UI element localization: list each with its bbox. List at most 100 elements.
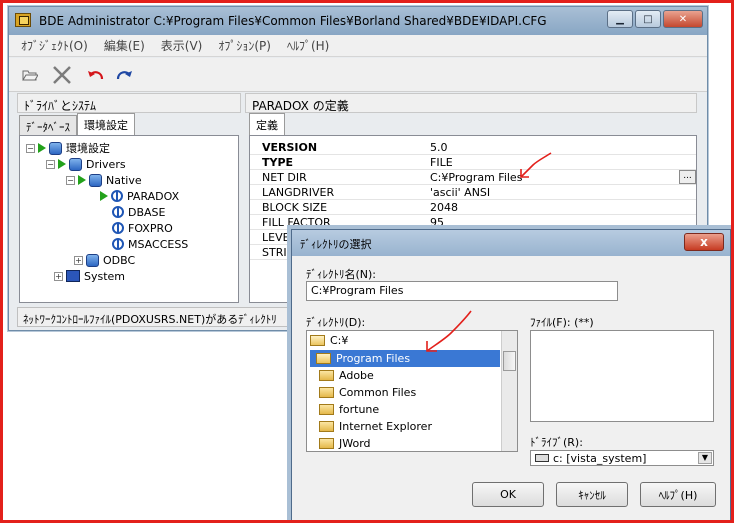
dir-label: Program Files (336, 352, 411, 365)
tree-item-foxpro[interactable]: FOXPRO (112, 220, 173, 236)
cancel-button[interactable]: ｷｬﾝｾﾙ (556, 482, 628, 507)
browse-button[interactable]: ... (679, 170, 696, 184)
left-tabs: ﾃﾞｰﾀﾍﾞｰｽ 環境設定 (19, 113, 135, 135)
property-key: VERSION (262, 141, 318, 154)
collapse-icon[interactable]: − (26, 143, 35, 153)
property-row[interactable]: BLOCK SIZE 2048 (250, 200, 696, 215)
open-state-icon (78, 175, 86, 185)
minimize-button[interactable]: ▁ (607, 10, 633, 28)
tree-label: ODBC (103, 253, 136, 267)
scrollbar-thumb[interactable] (503, 351, 516, 371)
directory-name-input[interactable]: C:¥Program Files (306, 281, 618, 301)
tree-label: Drivers (86, 157, 126, 171)
property-row[interactable]: TYPE FILE (250, 155, 696, 170)
dir-label: Internet Explorer (339, 420, 432, 433)
undo-icon (88, 71, 104, 80)
tree-label: System (84, 269, 126, 283)
property-value: 'ascii' ANSI (430, 186, 491, 199)
dialog-title: ﾃﾞｨﾚｸﾄﾘの選択 (300, 238, 372, 251)
ok-button[interactable]: OK (472, 482, 544, 507)
close-icon: x (700, 235, 708, 249)
folder-open-icon (310, 335, 325, 346)
config-icon (49, 141, 62, 155)
expand-icon[interactable]: + (74, 255, 83, 265)
undo-button[interactable] (85, 65, 107, 85)
file-label: ﾌｧｲﾙ(F): (**) (530, 316, 594, 329)
list-item[interactable]: JWord (319, 435, 371, 451)
folder-icon (319, 404, 334, 415)
dir-label: C:¥ (330, 334, 349, 347)
app-icon (15, 13, 31, 27)
tree-label: DBASE (128, 205, 166, 219)
tree-item-dbase[interactable]: DBASE (112, 204, 165, 220)
driver-icon (112, 238, 124, 250)
property-row[interactable]: FILL FACTOR 95 (250, 215, 696, 230)
list-item[interactable]: Adobe (319, 367, 374, 384)
tree-item-paradox[interactable]: PARADOX (100, 188, 179, 204)
chevron-down-icon[interactable]: ▼ (698, 452, 712, 464)
drivers-icon (69, 157, 82, 171)
close-icon: ✕ (678, 13, 688, 25)
menu-view[interactable]: 表示(V) (161, 37, 203, 54)
native-icon (89, 173, 102, 187)
folder-icon (319, 421, 334, 432)
list-item[interactable]: Internet Explorer (319, 418, 432, 435)
menu-options[interactable]: ｵﾌﾟｼｮﾝ(P) (218, 37, 271, 54)
dialog-title-bar[interactable]: ﾃﾞｨﾚｸﾄﾘの選択 x (292, 230, 730, 256)
drive-select[interactable]: c: [vista_system] ▼ (530, 450, 714, 466)
tree-item-native[interactable]: − Native (66, 172, 142, 188)
property-key: TYPE (262, 156, 294, 169)
list-item[interactable]: C:¥ (310, 332, 348, 349)
maximize-button[interactable]: □ (635, 10, 661, 28)
list-item-selected[interactable]: Program Files (310, 350, 500, 367)
maximize-icon: □ (643, 13, 653, 25)
menu-help[interactable]: ﾍﾙﾌﾟ(H) (287, 37, 329, 54)
minimize-icon: ▁ (616, 13, 624, 25)
tree-label: PARADOX (127, 189, 180, 203)
tree-item-odbc[interactable]: + ODBC (74, 252, 135, 268)
tab-configuration[interactable]: 環境設定 (77, 113, 135, 135)
window-title: BDE Administrator C:¥Program Files¥Commo… (39, 14, 547, 28)
drive-value: c: [vista_system] (553, 451, 647, 465)
dialog-close-button[interactable]: x (684, 233, 724, 251)
property-value: 2048 (430, 201, 458, 214)
open-button[interactable] (19, 65, 41, 85)
menu-edit[interactable]: 編集(E) (104, 37, 145, 54)
dir-label: fortune (339, 403, 380, 416)
property-row[interactable]: LANGDRIVER 'ascii' ANSI (250, 185, 696, 200)
directory-list[interactable]: C:¥ Program Files Adobe Common Files for… (306, 330, 518, 452)
dir-label: JWord (339, 437, 371, 450)
tree-item-system[interactable]: + System (54, 268, 125, 284)
list-item[interactable]: fortune (319, 401, 379, 418)
directory-select-dialog: ﾃﾞｨﾚｸﾄﾘの選択 x ﾃﾞｨﾚｸﾄﾘ名(N): C:¥Program Fil… (291, 229, 731, 520)
file-list[interactable] (530, 330, 714, 422)
expand-icon[interactable]: + (54, 271, 63, 281)
tree-item-msaccess[interactable]: MSACCESS (112, 236, 188, 252)
delete-button[interactable] (51, 65, 73, 85)
tree-item-root[interactable]: − 環境設定 (26, 140, 110, 156)
title-bar[interactable]: BDE Administrator C:¥Program Files¥Commo… (9, 7, 707, 35)
odbc-icon (86, 253, 99, 267)
list-item[interactable]: Common Files (319, 384, 416, 401)
property-key: BLOCK SIZE (262, 201, 328, 214)
tab-definition[interactable]: 定義 (249, 113, 285, 135)
property-value[interactable]: C:¥Program Files (430, 171, 522, 184)
collapse-icon[interactable]: − (66, 175, 75, 185)
tree-item-drivers[interactable]: − Drivers (46, 156, 126, 172)
tree-label: Native (106, 173, 142, 187)
property-row-net-dir[interactable]: NET DIR C:¥Program Files ... (250, 170, 696, 185)
tab-database[interactable]: ﾃﾞｰﾀﾍﾞｰｽ (19, 115, 77, 135)
help-button[interactable]: ﾍﾙﾌﾟ(H) (640, 482, 716, 507)
directory-list-scrollbar[interactable] (501, 331, 517, 451)
menu-object[interactable]: ｵﾌﾞｼﾞｪｸﾄ(O) (21, 37, 88, 54)
directory-label: ﾃﾞｨﾚｸﾄﾘ(D): (306, 316, 366, 329)
property-value: 95 (430, 216, 444, 229)
property-key: FILL FACTOR (262, 216, 331, 229)
open-state-icon (100, 191, 108, 201)
close-button[interactable]: ✕ (663, 10, 703, 28)
collapse-icon[interactable]: − (46, 159, 55, 169)
driver-icon (112, 222, 124, 234)
property-row[interactable]: VERSION 5.0 (250, 140, 696, 155)
redo-button[interactable] (113, 65, 135, 85)
folder-open-icon (22, 70, 38, 81)
